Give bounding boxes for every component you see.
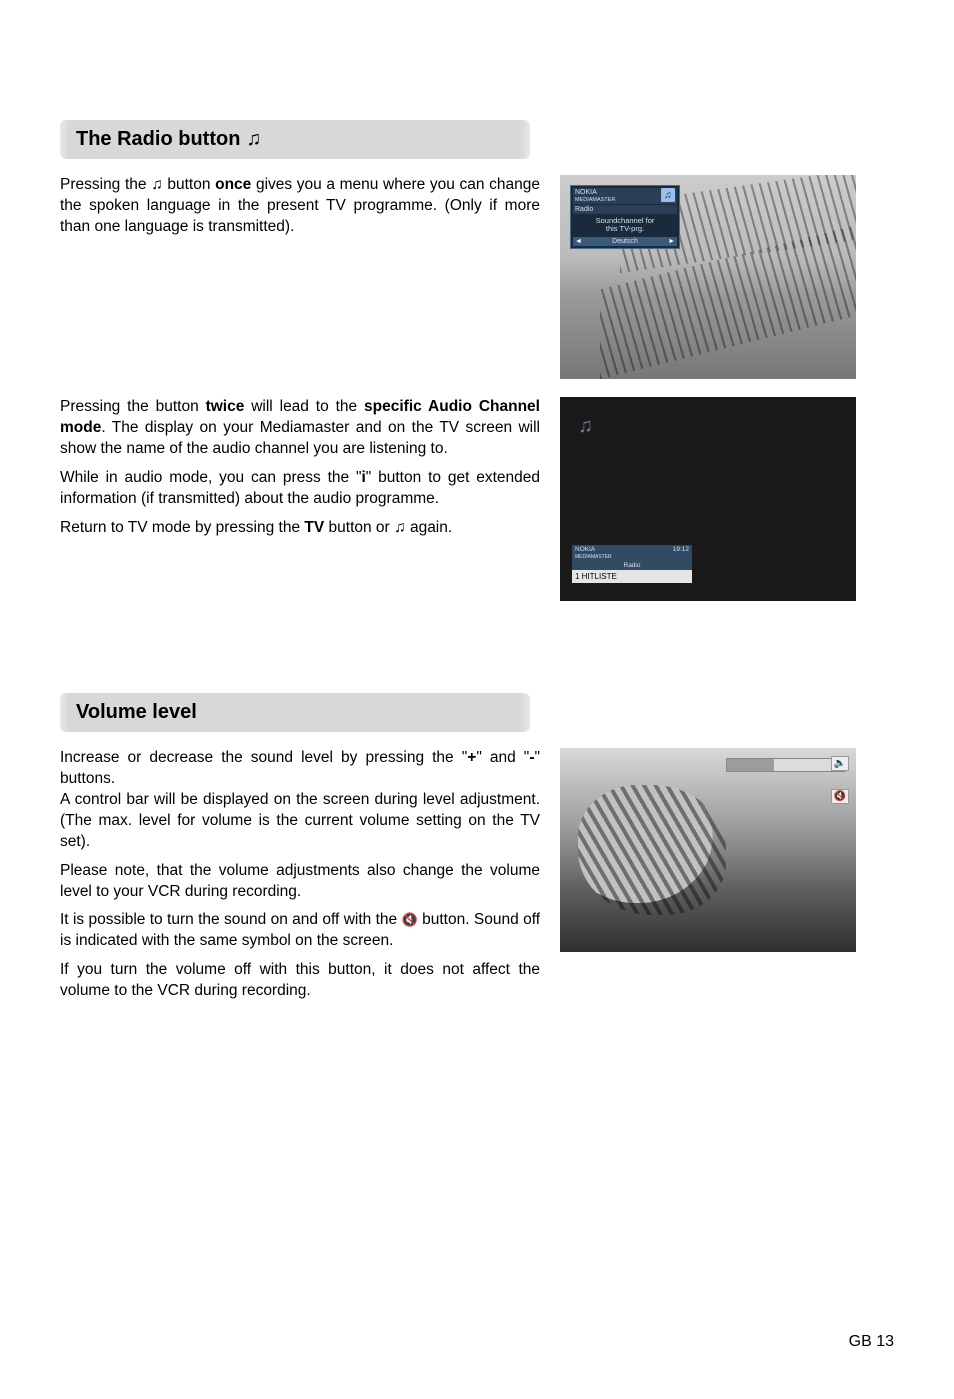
arrow-right-icon: ►: [668, 238, 675, 245]
text: will lead to the: [244, 398, 364, 415]
section-volume: Volume level Increase or decrease the so…: [60, 693, 894, 1010]
mute-icon: 🔇: [831, 789, 849, 804]
osd-brand: NOKIAMEDIAMASTER 19:12: [572, 545, 692, 561]
row-radio-1: Pressing the ♫ button once gives you a m…: [60, 175, 894, 379]
mute-icon: 🔇: [402, 912, 418, 927]
radio-screen: ♫ NOKIAMEDIAMASTER 19:12 Radio 1 HITLIST…: [560, 397, 856, 601]
paragraph: Return to TV mode by pressing the TV but…: [60, 518, 540, 539]
osd-language: Deutsch: [612, 238, 638, 245]
osd-menu-label: Radio: [573, 205, 677, 214]
paragraph: A control bar will be displayed on the s…: [60, 790, 540, 853]
speaker-icon: 🔈: [831, 756, 849, 771]
osd-station: 1 HITLISTE: [572, 570, 692, 583]
bold-text: +: [467, 749, 476, 766]
section-heading-radio: The Radio button ♫: [60, 120, 530, 159]
paragraph: If you turn the volume off with this but…: [60, 960, 540, 1002]
section-heading-volume: Volume level: [60, 693, 530, 732]
tiger-graphic: [560, 748, 856, 952]
volume-bar: [726, 758, 846, 772]
text-col-volume: Increase or decrease the sound level by …: [60, 748, 540, 1010]
text: Increase or decrease the sound level by …: [60, 749, 467, 766]
text: . The display on your Mediamaster and on…: [60, 419, 540, 457]
screenshot-bridge: NOKIA MEDIAMASTER ♫ Radio Soundchannel f…: [560, 175, 856, 379]
osd-radio-label: Radio: [572, 561, 692, 570]
text: this TV-prg.: [606, 224, 644, 233]
text: again.: [406, 519, 453, 536]
paragraph: Pressing the ♫ button once gives you a m…: [60, 175, 540, 238]
osd-note: Soundchannel for this TV-prg.: [573, 215, 677, 237]
osd-language-row: ◄ Deutsch ►: [573, 237, 677, 246]
music-note-icon: ♫: [394, 518, 406, 539]
text: NOKIAMEDIAMASTER: [575, 546, 612, 560]
paragraph: Increase or decrease the sound level by …: [60, 748, 540, 790]
text: Return to TV mode by pressing the: [60, 519, 304, 536]
arrow-left-icon: ◄: [575, 238, 582, 245]
page-number: GB 13: [849, 1333, 894, 1351]
music-note-icon: ♫: [578, 415, 593, 438]
row-volume: Increase or decrease the sound level by …: [60, 748, 894, 1010]
heading-text: The Radio button: [76, 128, 240, 151]
text: While in audio mode, you can press the ": [60, 469, 361, 486]
text: MEDIAMASTER: [575, 554, 612, 560]
screenshot-radio-mode: ♫ NOKIAMEDIAMASTER 19:12 Radio 1 HITLIST…: [560, 397, 856, 601]
screenshot-volume: 🔈 🔇: [560, 748, 856, 952]
radio-info-box: NOKIAMEDIAMASTER 19:12 Radio 1 HITLISTE: [572, 545, 692, 583]
volume-fill: [727, 759, 774, 771]
text-col-radio-2: Pressing the button twice will lead to t…: [60, 397, 540, 547]
music-note-icon: ♫: [151, 175, 163, 196]
text: Pressing the button: [60, 398, 206, 415]
text-col-radio-1: Pressing the ♫ button once gives you a m…: [60, 175, 540, 246]
osd-time: 19:12: [673, 546, 689, 560]
volume-icons: 🔈 🔇: [830, 756, 850, 804]
text: button or: [324, 519, 394, 536]
heading-text: Volume level: [76, 701, 197, 724]
bold-text: TV: [304, 519, 324, 536]
text: " and ": [476, 749, 529, 766]
osd-soundchannel: NOKIA MEDIAMASTER ♫ Radio Soundchannel f…: [570, 185, 680, 249]
text: Pressing the: [60, 176, 151, 193]
paragraph: While in audio mode, you can press the "…: [60, 468, 540, 510]
text: It is possible to turn the sound on and …: [60, 911, 402, 928]
row-radio-2: Pressing the button twice will lead to t…: [60, 397, 894, 601]
paragraph: It is possible to turn the sound on and …: [60, 910, 540, 952]
text: button: [163, 176, 215, 193]
music-note-icon: ♫: [661, 188, 675, 202]
paragraph: Please note, that the volume adjustments…: [60, 861, 540, 903]
music-note-icon: ♫: [246, 128, 261, 151]
text: NOKIA: [575, 546, 595, 553]
bold-text: twice: [206, 398, 245, 415]
bold-text: once: [215, 176, 251, 193]
text: NOKIA: [575, 189, 597, 196]
text: MEDIAMASTER: [575, 197, 615, 203]
paragraph: Pressing the button twice will lead to t…: [60, 397, 540, 460]
